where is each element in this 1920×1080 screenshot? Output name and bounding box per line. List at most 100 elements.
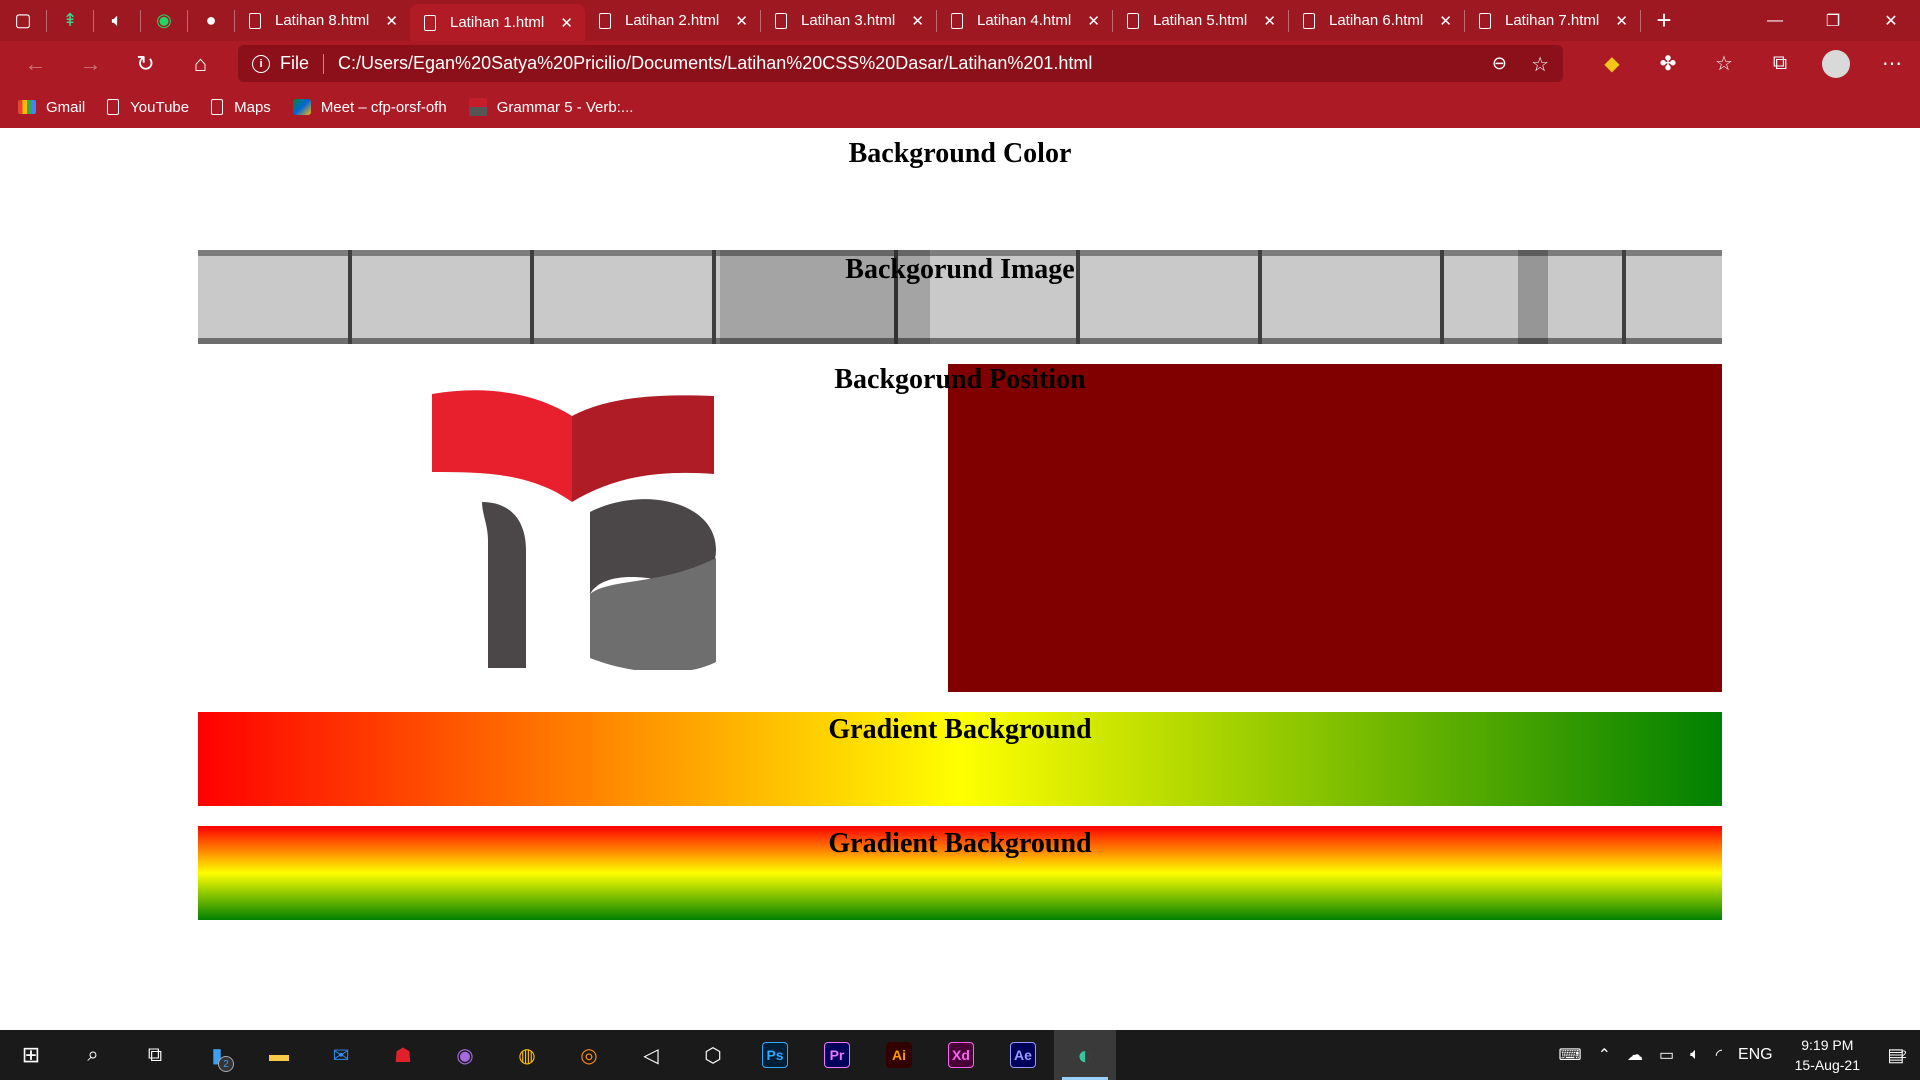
premiere-icon[interactable]: Pr (806, 1030, 868, 1080)
unity-icon[interactable]: ◁ (620, 1030, 682, 1080)
tab-latihan-4[interactable]: Latihan 4.html ✕ (937, 0, 1112, 41)
language-indicator[interactable]: ENG (1738, 1046, 1773, 1064)
taskbar: ⊞ ⌕ ⧉ ▮ 2 ▬ ✉ ☗ ◉ ◍ ◎ ◁ ⬡ Ps Pr Ai Xd Ae … (0, 1030, 1920, 1080)
new-tab-button[interactable]: + (1641, 0, 1687, 41)
github-icon[interactable]: ● (188, 0, 234, 41)
tab-latihan-3[interactable]: Latihan 3.html ✕ (761, 0, 936, 41)
tab-latihan-1[interactable]: Latihan 1.html ✕ (410, 4, 585, 41)
document-icon (249, 12, 261, 29)
section-heading: Backgorund Position (834, 364, 1086, 395)
bookmark-label: Meet – cfp-orsf-ofh (320, 98, 447, 116)
app-label: Xd (948, 1042, 974, 1068)
refresh-icon[interactable]: ↻ (118, 41, 173, 86)
tab-actions-icon[interactable]: ▢ (0, 0, 46, 41)
bookmark-youtube[interactable]: YouTube (107, 99, 189, 116)
notification-count: 2 (1900, 1049, 1907, 1061)
zoom-out-icon[interactable]: ⊖ (1492, 53, 1507, 74)
close-icon[interactable]: ✕ (560, 14, 573, 32)
url-scheme: File (280, 53, 310, 73)
after-effects-icon[interactable]: Ae (992, 1030, 1054, 1080)
file-explorer-icon[interactable]: ▬ (248, 1030, 310, 1080)
pinned-app-icon[interactable]: ⇞ (47, 0, 93, 41)
xd-icon[interactable]: Xd (930, 1030, 992, 1080)
more-menu-icon[interactable]: ⋯ (1864, 41, 1920, 86)
bookmark-label: Gmail (46, 98, 86, 116)
app-label: Pr (824, 1042, 850, 1068)
blender-icon[interactable]: ◎ (558, 1030, 620, 1080)
minimize-icon[interactable]: — (1746, 0, 1804, 41)
close-icon[interactable]: ✕ (385, 12, 398, 30)
background-color-section: Background Color (198, 128, 1722, 228)
clock-date: 15-Aug-21 (1794, 1057, 1860, 1073)
tab-label: Latihan 1.html (450, 14, 545, 31)
bookmark-label: YouTube (130, 98, 190, 116)
github-desktop-icon[interactable]: ◉ (434, 1030, 496, 1080)
cloud-icon[interactable]: ☁ (1627, 1045, 1643, 1065)
wifi-icon[interactable]: ◜ (1716, 1045, 1722, 1065)
add-favorite-icon[interactable]: ☆ (1531, 52, 1549, 77)
search-icon[interactable]: ⌕ (62, 1030, 124, 1080)
notifications-icon[interactable]: ▤ 2 (1874, 1030, 1920, 1080)
document-icon (211, 99, 224, 115)
tab-latihan-2[interactable]: Latihan 2.html ✕ (585, 0, 760, 41)
browser-red-icon[interactable]: ☗ (372, 1030, 434, 1080)
back-arrow-icon[interactable]: ← (8, 41, 63, 86)
illustrator-icon[interactable]: Ai (868, 1030, 930, 1080)
vertical-gradient-section: Gradient Background (198, 826, 1722, 920)
info-icon[interactable]: i (252, 54, 270, 73)
close-icon[interactable]: ✕ (735, 12, 748, 30)
battery-icon[interactable]: ▭ (1659, 1045, 1674, 1065)
document-icon (424, 14, 436, 31)
tab-latihan-8[interactable]: Latihan 8.html ✕ (235, 0, 410, 41)
url-text[interactable]: C:/Users/Egan%20Satya%20Pricilio/Documen… (338, 53, 1092, 74)
task-view-icon[interactable]: ⧉ (124, 1030, 186, 1080)
address-bar[interactable]: i File C:/Users/Egan%20Satya%20Pricilio/… (238, 45, 1563, 82)
home-icon[interactable]: ⌂ (173, 41, 228, 86)
mail-icon[interactable]: ✉ (310, 1030, 372, 1080)
close-icon[interactable]: ✕ (1087, 12, 1100, 30)
avatar[interactable] (1822, 49, 1850, 78)
chrome-icon[interactable]: ◍ (496, 1030, 558, 1080)
volume-icon[interactable]: 🔈︎ (1690, 1046, 1700, 1064)
speaker-icon[interactable]: 🔈︎ (94, 0, 140, 41)
badge-count: 2 (218, 1056, 234, 1072)
horizontal-gradient-section: Gradient Background (198, 712, 1722, 806)
bookmark-grammar[interactable]: Grammar 5 - Verb:... (468, 98, 633, 116)
whatsapp-icon[interactable]: ◉ (141, 0, 187, 41)
visual-studio-icon[interactable]: ⬡ (682, 1030, 744, 1080)
close-icon[interactable]: ✕ (911, 12, 924, 30)
app-label: Ai (886, 1042, 912, 1068)
bookmark-meet[interactable]: Meet – cfp-orsf-ofh (292, 98, 447, 116)
phone-app-icon[interactable]: ▮ 2 (186, 1030, 248, 1080)
close-icon[interactable]: ✕ (1439, 12, 1452, 30)
bookmark-gmail[interactable]: Gmail (18, 99, 85, 116)
keyboard-icon[interactable]: ⌨ (1559, 1045, 1582, 1065)
close-window-icon[interactable]: ✕ (1862, 0, 1920, 41)
close-icon[interactable]: ✕ (1263, 12, 1276, 30)
clock[interactable]: 9:19 PM 15-Aug-21 (1795, 1035, 1860, 1075)
photoshop-icon[interactable]: Ps (744, 1030, 806, 1080)
edge-icon[interactable]: ◐ (1054, 1030, 1116, 1080)
tab-label: Latihan 4.html (977, 12, 1072, 29)
tab-label: Latihan 3.html (801, 12, 896, 29)
system-tray: ⌨ ⌃ ☁ ▭ 🔈︎ ◜ ENG 9:19 PM 15-Aug-21 ▤ 2 (1551, 1030, 1920, 1080)
bookmark-maps[interactable]: Maps (211, 99, 271, 116)
close-icon[interactable]: ✕ (1615, 12, 1628, 30)
windows-start-icon[interactable]: ⊞ (0, 1030, 62, 1080)
positioned-background-box (948, 364, 1722, 692)
tab-latihan-6[interactable]: Latihan 6.html ✕ (1289, 0, 1464, 41)
forward-arrow-icon[interactable]: → (63, 41, 118, 86)
extensions-puzzle-icon[interactable]: ✤ (1640, 41, 1696, 86)
tab-latihan-7[interactable]: Latihan 7.html ✕ (1465, 0, 1640, 41)
tab-latihan-5[interactable]: Latihan 5.html ✕ (1113, 0, 1288, 41)
meet-icon (292, 99, 311, 115)
chevron-up-icon[interactable]: ⌃ (1598, 1045, 1611, 1065)
extension-color-icon[interactable]: ◆ (1584, 41, 1640, 86)
document-icon (1303, 12, 1315, 29)
collections-icon[interactable]: ⧉ (1752, 41, 1808, 86)
toolbar: ◆ ✤ ☆ ⧉ ⋯ (1584, 41, 1920, 86)
page-viewport: Background Color Backgorund Image Backgo… (0, 128, 1920, 1030)
favorites-icon[interactable]: ☆ (1696, 41, 1752, 86)
tab-label: Latihan 8.html (275, 12, 370, 29)
restore-icon[interactable]: ❐ (1804, 0, 1862, 41)
